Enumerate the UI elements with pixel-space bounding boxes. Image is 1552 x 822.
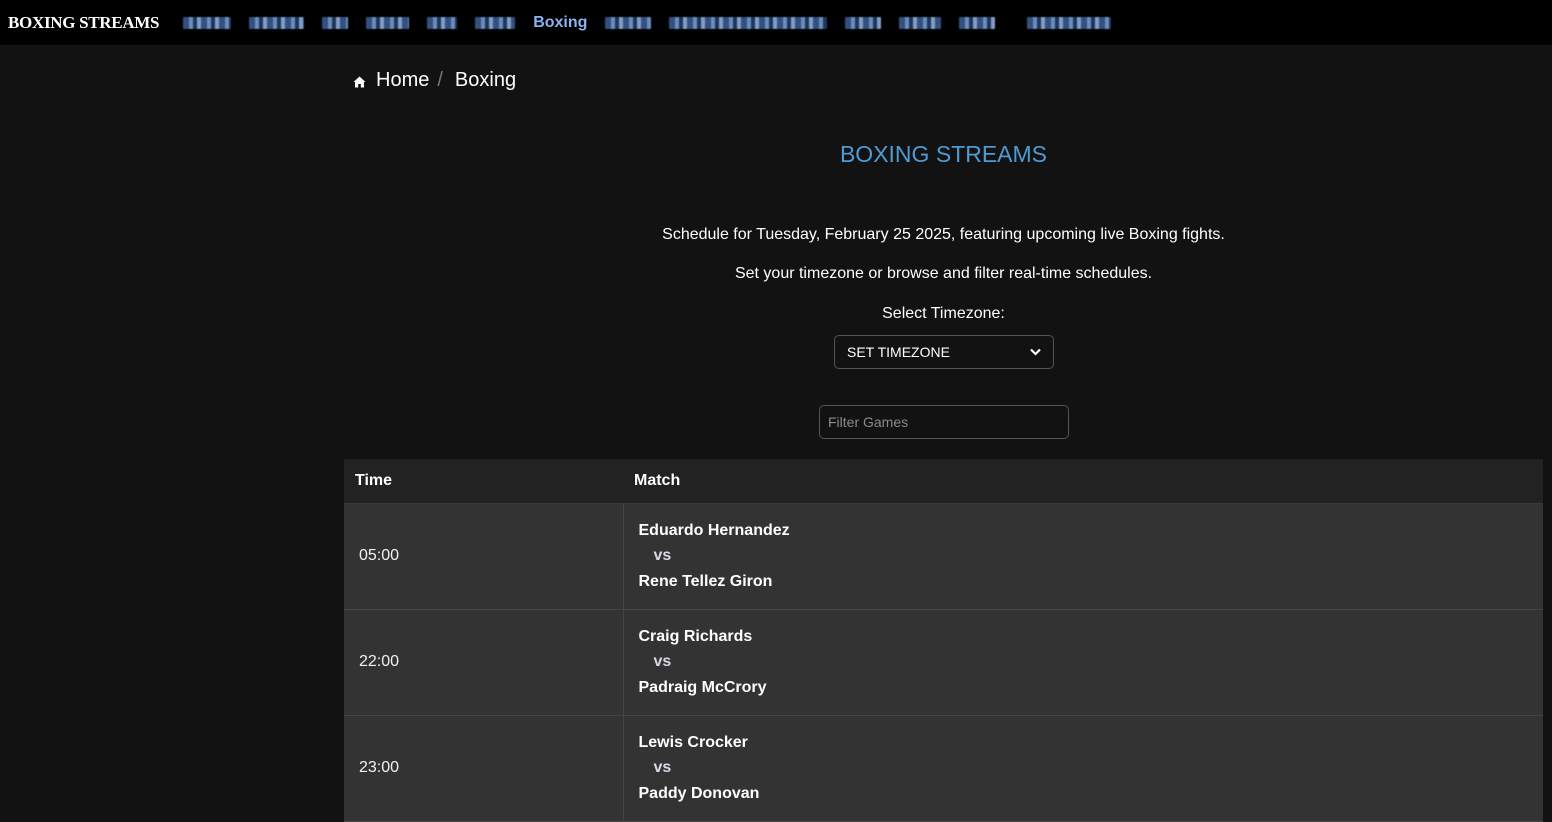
table-row[interactable]: 05:00 Eduardo Hernandez vs Rene Tellez G…	[344, 503, 1543, 610]
blurred-label	[183, 16, 232, 29]
nav-item-blurred-11[interactable]	[959, 0, 996, 45]
fighter-two: Paddy Donovan	[638, 784, 760, 802]
column-header-match: Match	[623, 459, 1543, 504]
chevron-down-icon	[1030, 348, 1041, 356]
breadcrumb-current: Boxing	[454, 69, 517, 91]
timezone-select[interactable]: SET TIMEZONE	[834, 335, 1054, 369]
filter-games-input[interactable]	[819, 405, 1069, 439]
table-header-row: Time Match	[344, 459, 1543, 504]
match-cell[interactable]: Eduardo Hernandez vs Rene Tellez Giron	[623, 503, 1543, 610]
nav-item-boxing[interactable]: Boxing	[533, 0, 587, 45]
vs-label: vs	[653, 653, 672, 671]
nav-item-blurred-4[interactable]	[366, 0, 410, 45]
table-row[interactable]: 22:00 Craig Richards vs Padraig McCrory	[344, 609, 1543, 716]
schedule-intro: Schedule for Tuesday, February 25 2025, …	[662, 226, 1225, 243]
fighter-one: Eduardo Hernandez	[638, 521, 790, 539]
nav-menu: Boxing	[183, 0, 1129, 45]
blurred-label	[249, 16, 305, 29]
nav-item-blurred-7[interactable]	[605, 0, 652, 45]
top-navbar: BOXING STREAMS Boxing	[0, 0, 1552, 45]
nav-item-label: Boxing	[533, 13, 588, 31]
nav-item-blurred-2[interactable]	[249, 0, 305, 45]
nav-item-blurred-3[interactable]	[322, 0, 349, 45]
brand-logo[interactable]: BOXING STREAMS	[8, 13, 160, 33]
blurred-label	[845, 16, 882, 29]
nav-item-blurred-1[interactable]	[183, 0, 232, 45]
vs-label: vs	[653, 547, 672, 565]
nav-item-blurred-9[interactable]	[845, 0, 882, 45]
blurred-label	[427, 16, 458, 29]
blurred-label	[605, 16, 652, 29]
schedule-table: Time Match 05:00 Eduardo Hernandez vs Re…	[344, 459, 1543, 822]
breadcrumb-separator: /	[437, 69, 443, 91]
fighter-two: Rene Tellez Giron	[638, 572, 773, 590]
fighter-one: Lewis Crocker	[638, 733, 748, 751]
nav-item-blurred-10[interactable]	[899, 0, 942, 45]
nav-item-blurred-8[interactable]	[669, 0, 828, 45]
nav-item-blurred-6[interactable]	[475, 0, 516, 45]
blurred-label	[366, 16, 410, 29]
nav-item-blurred-12[interactable]	[1027, 0, 1112, 45]
page-title: BOXING STREAMS	[839, 141, 1048, 167]
blurred-label	[669, 16, 828, 29]
table-row[interactable]: 23:00 Lewis Crocker vs Paddy Donovan	[344, 715, 1543, 822]
home-icon	[353, 76, 366, 88]
blurred-label	[899, 16, 942, 29]
blurred-label	[322, 16, 349, 29]
match-cell[interactable]: Craig Richards vs Padraig McCrory	[623, 609, 1543, 716]
timezone-selected-value: SET TIMEZONE	[847, 344, 950, 360]
blurred-label	[475, 16, 516, 29]
match-time: 23:00	[344, 715, 624, 822]
schedule-instructions: Set your timezone or browse and filter r…	[734, 265, 1153, 282]
match-time: 22:00	[344, 609, 624, 716]
blurred-label	[1027, 16, 1112, 29]
timezone-label: Select Timezone:	[882, 305, 1005, 322]
match-cell[interactable]: Lewis Crocker vs Paddy Donovan	[623, 715, 1543, 822]
match-time: 05:00	[344, 503, 624, 610]
breadcrumb-home-link[interactable]: Home	[376, 69, 429, 92]
fighter-one: Craig Richards	[638, 627, 753, 645]
breadcrumb: Home / Boxing	[353, 69, 516, 92]
blurred-label	[959, 16, 996, 29]
nav-item-blurred-5[interactable]	[427, 0, 458, 45]
vs-label: vs	[653, 759, 672, 777]
column-header-time: Time	[344, 459, 623, 504]
fighter-two: Padraig McCrory	[638, 678, 767, 696]
